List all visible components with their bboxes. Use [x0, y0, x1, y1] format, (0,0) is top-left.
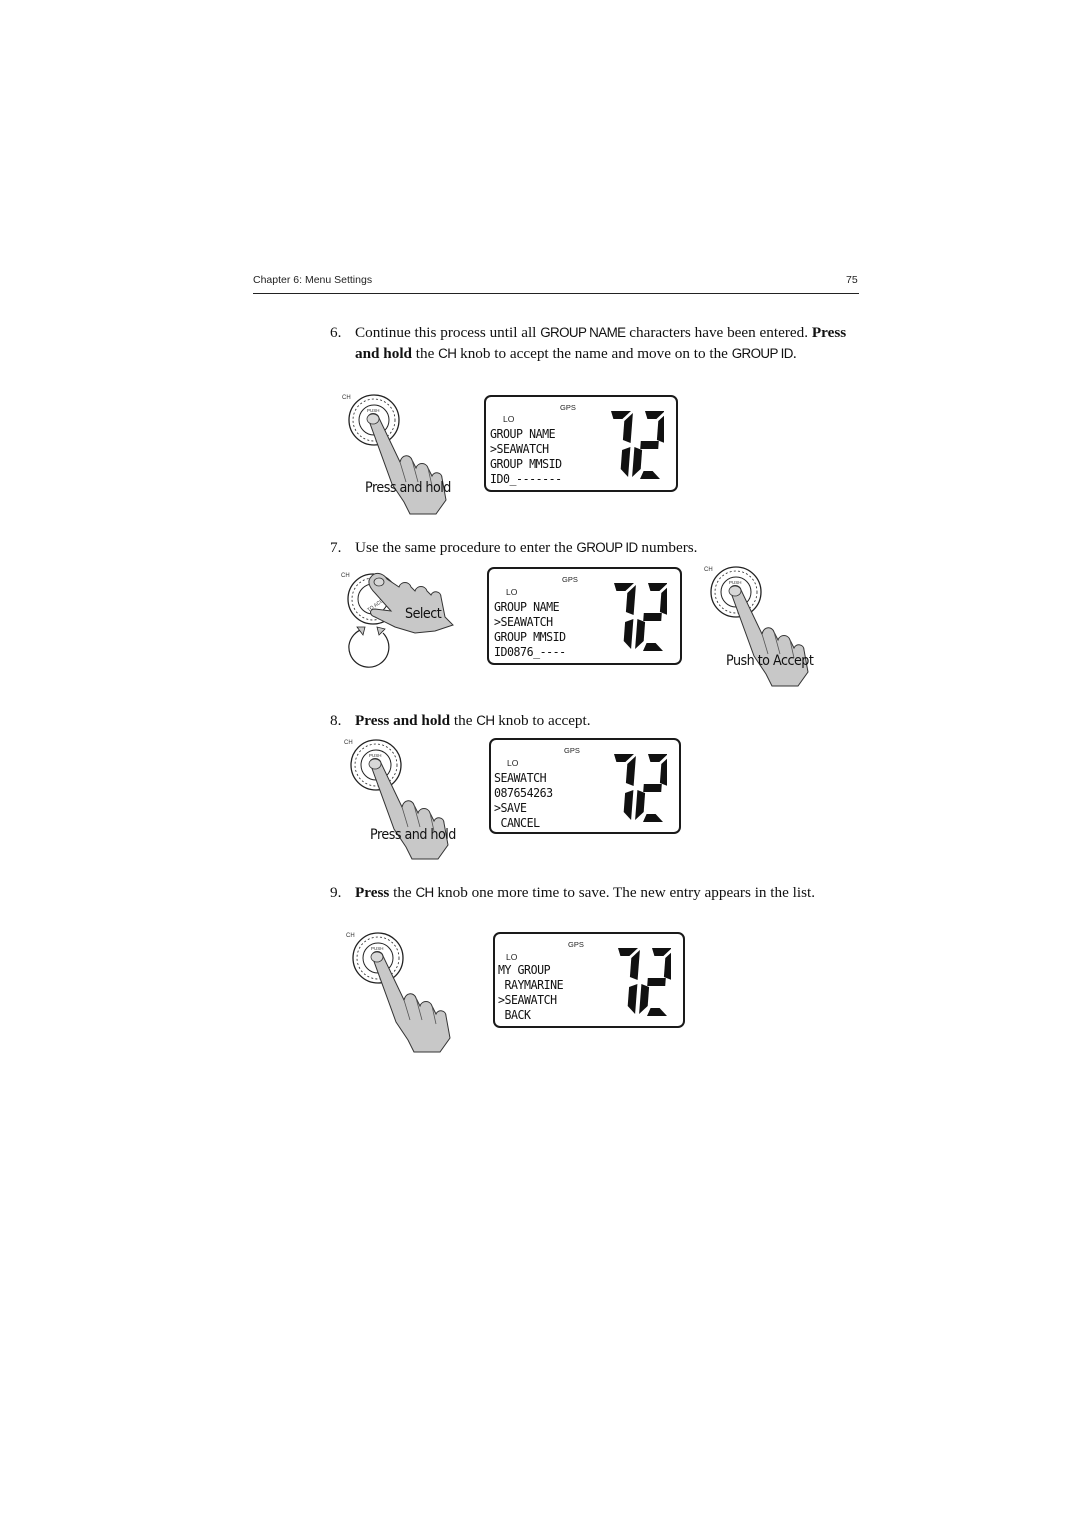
- power-level-indicator: LO: [506, 952, 518, 962]
- power-level-indicator: LO: [503, 414, 515, 424]
- header-divider: [253, 293, 859, 294]
- svg-text:CH: CH: [342, 395, 351, 401]
- step-6: 6. Continue this process until all GROUP…: [330, 322, 870, 364]
- svg-text:PUSH: PUSH: [729, 580, 742, 585]
- digit-segment-g: [643, 613, 662, 621]
- lcd-line: >SAVE: [494, 800, 527, 815]
- lcd-line: GROUP NAME: [490, 426, 556, 441]
- lcd-menu-text: SEAWATCH 087654263 >SAVE CANCEL: [494, 770, 553, 830]
- channel-number-display: [618, 948, 671, 1016]
- step-8: 8. Press and hold the CH knob to accept.: [330, 710, 870, 731]
- step-text: Continue this process until all GROUP NA…: [355, 324, 847, 362]
- hand-press-knob-icon: CH PUSH: [344, 739, 449, 860]
- lcd-display: GPS LO SEAWATCH 087654263 >SAVE CANCEL: [489, 738, 681, 834]
- digit-segment-d: [643, 814, 663, 822]
- digit-segment-b: [629, 950, 640, 980]
- digit-segment-e: [639, 984, 650, 1014]
- svg-text:CH: CH: [344, 740, 353, 746]
- page-number: 75: [846, 274, 858, 286]
- gps-indicator: GPS: [560, 403, 576, 412]
- lcd-line: GROUP NAME: [494, 599, 560, 614]
- digit-segment-d: [647, 1008, 667, 1016]
- digit-segment-b: [622, 413, 633, 443]
- step-number: 8.: [330, 712, 342, 729]
- digit-segment-g: [640, 441, 659, 449]
- digit-segment-d: [643, 643, 663, 651]
- step-number: 9.: [330, 884, 342, 901]
- lcd-line: GROUP MMSID: [494, 629, 566, 644]
- digit-segment-c: [623, 790, 634, 820]
- gps-indicator: GPS: [564, 746, 580, 755]
- channel-number-display: [611, 411, 664, 479]
- power-level-indicator: LO: [506, 587, 518, 597]
- illustration-caption: Select: [405, 606, 442, 622]
- step-7: 7. Use the same procedure to enter the G…: [330, 537, 870, 558]
- svg-text:PUSH: PUSH: [367, 408, 380, 413]
- lcd-line: SEAWATCH: [494, 770, 547, 785]
- step-number: 7.: [330, 539, 342, 556]
- svg-text:CH: CH: [704, 567, 713, 573]
- lcd-display: GPS LO GROUP NAME >SEAWATCH GROUP MMSID ID0…: [487, 567, 682, 665]
- svg-text:CH: CH: [346, 933, 355, 939]
- svg-text:PUSH: PUSH: [369, 753, 382, 758]
- lcd-line: ID0_-------: [490, 471, 562, 486]
- lcd-line: CANCEL: [494, 815, 541, 830]
- lcd-line: ID0876_----: [494, 644, 566, 659]
- digit-segment-a: [648, 754, 667, 762]
- digit-segment-a: [645, 411, 664, 419]
- lcd-menu-text: GROUP NAME >SEAWATCH GROUP MMSID ID0876_---…: [494, 599, 566, 659]
- step-number: 6.: [330, 324, 342, 341]
- hand-press-knob-icon: CH PUSH: [704, 566, 809, 687]
- channel-number-display: [614, 583, 667, 651]
- lcd-menu-text: MY GROUP RAYMARINE >SEAWATCH BACK: [498, 962, 564, 1022]
- digit-segment-e: [635, 790, 646, 820]
- digit-segment-b: [625, 585, 636, 615]
- lcd-line: RAYMARINE: [498, 977, 564, 992]
- digit-segment-c: [620, 447, 631, 477]
- digit-segment-g: [647, 978, 666, 986]
- hand-press-knob-icon: CH PUSH: [346, 932, 451, 1053]
- gps-indicator: GPS: [568, 940, 584, 949]
- illustration-caption: Push to Accept: [726, 653, 814, 669]
- illustration-caption: Press and hold: [370, 827, 456, 843]
- power-level-indicator: LO: [507, 758, 519, 768]
- lcd-line: 087654263: [494, 785, 553, 800]
- step-text: Use the same procedure to enter the GROU…: [355, 539, 698, 556]
- digit-segment-c: [623, 619, 634, 649]
- chapter-title: Chapter 6: Menu Settings: [253, 274, 373, 286]
- step-text: Press the CH knob one more time to save.…: [355, 884, 816, 901]
- lcd-line: BACK: [498, 1007, 532, 1022]
- digit-segment-b: [625, 756, 636, 786]
- digit-segment-g: [643, 784, 662, 792]
- lcd-line: >SEAWATCH: [498, 992, 557, 1007]
- gps-indicator: GPS: [562, 575, 578, 584]
- digit-segment-a: [648, 583, 667, 591]
- lcd-display: GPS LO MY GROUP RAYMARINE >SEAWATCH BACK: [493, 932, 685, 1028]
- lcd-line: GROUP MMSID: [490, 456, 562, 471]
- lcd-menu-text: GROUP NAME >SEAWATCH GROUP MMSID ID0_------…: [490, 426, 562, 486]
- step-text: Press and hold the CH knob to accept.: [355, 712, 591, 729]
- lcd-line: >SEAWATCH: [494, 614, 553, 629]
- digit-segment-a: [652, 948, 671, 956]
- lcd-line: MY GROUP: [498, 962, 551, 977]
- digit-segment-d: [640, 471, 660, 479]
- illustration-caption: Press and hold: [365, 480, 451, 496]
- channel-number-display: [614, 754, 667, 822]
- svg-text:CH: CH: [341, 573, 350, 579]
- lcd-line: >SEAWATCH: [490, 441, 549, 456]
- step-9: 9. Press the CH knob one more time to sa…: [330, 882, 870, 903]
- hand-press-knob-icon: CH PUSH: [342, 394, 447, 515]
- lcd-display: GPS LO GROUP NAME >SEAWATCH GROUP MMSID ID0…: [484, 395, 678, 492]
- digit-segment-e: [635, 619, 646, 649]
- digit-segment-c: [627, 984, 638, 1014]
- svg-text:PUSH: PUSH: [371, 946, 384, 951]
- hand-rotate-knob-icon: CH TO ACCEPT: [341, 572, 454, 668]
- digit-segment-e: [632, 447, 643, 477]
